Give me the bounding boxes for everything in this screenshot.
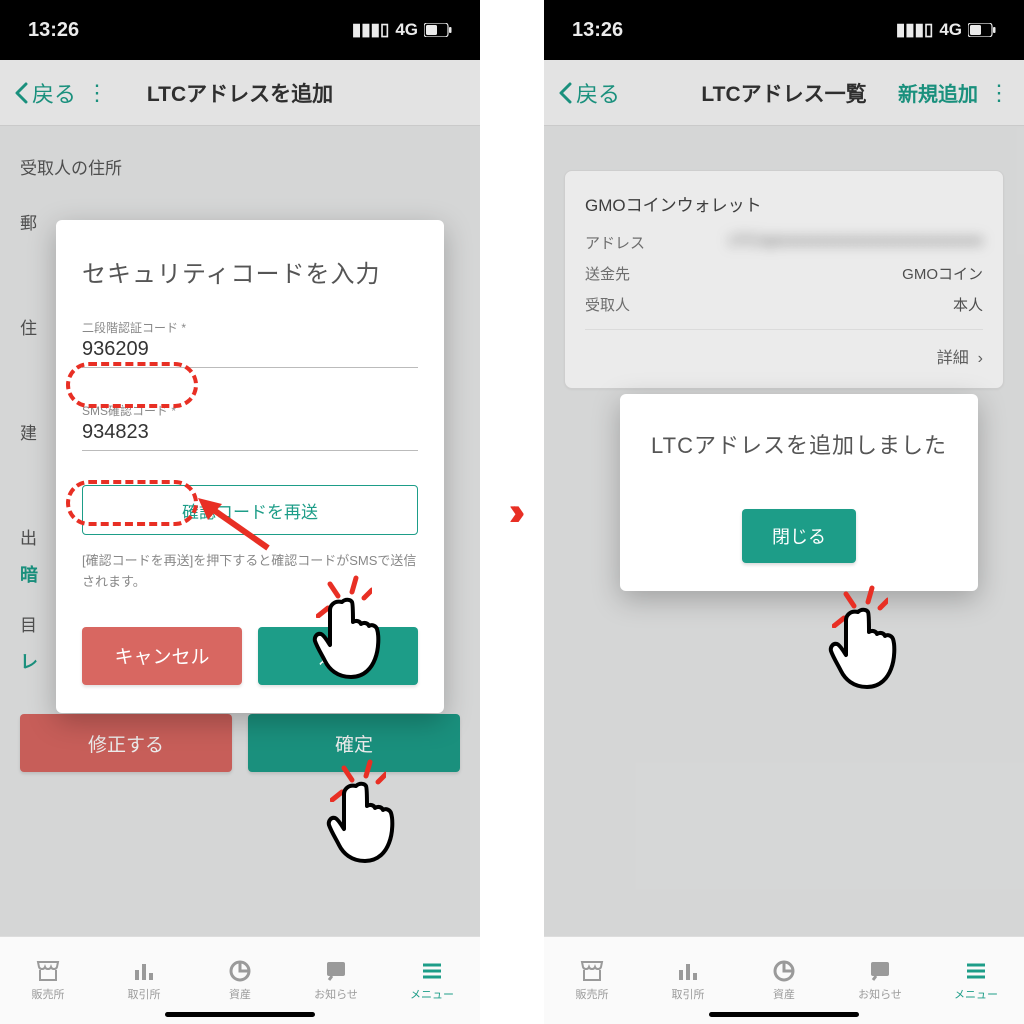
- tab-assets[interactable]: 資産: [192, 937, 288, 1024]
- bars-icon: [676, 960, 700, 982]
- menu-icon: [964, 960, 988, 982]
- tab-exchange[interactable]: 取引所: [96, 937, 192, 1024]
- pointer-hand-icon: [312, 594, 390, 690]
- home-indicator: [165, 1012, 315, 1017]
- sms-input-group[interactable]: SMS確認コード * 934823: [82, 402, 418, 451]
- pointer-hand-icon: [828, 604, 906, 700]
- message-icon: [868, 960, 892, 982]
- success-title: LTCアドレスを追加しました: [646, 428, 952, 463]
- tab-label: 資産: [773, 986, 795, 1002]
- 2fa-label: 二段階認証コード *: [82, 319, 418, 336]
- highlight-sms: [66, 480, 198, 526]
- tabbar: 販売所 取引所 資産 お知らせ メニュー: [0, 936, 480, 1024]
- tab-exchange[interactable]: 取引所: [640, 937, 736, 1024]
- tab-label: メニュー: [954, 986, 998, 1002]
- tab-label: メニュー: [410, 986, 454, 1002]
- tab-label: 販売所: [576, 986, 609, 1002]
- modal-title: セキュリティコードを入力: [82, 254, 418, 289]
- home-indicator: [709, 1012, 859, 1017]
- menu-icon: [420, 960, 444, 982]
- tab-label: お知らせ: [858, 986, 902, 1002]
- sms-value: 934823: [82, 421, 418, 451]
- shop-icon: [36, 960, 60, 982]
- 2fa-input-group[interactable]: 二段階認証コード * 936209: [82, 319, 418, 368]
- bars-icon: [132, 960, 156, 982]
- pie-icon: [228, 960, 252, 982]
- transition-gap: ››: [480, 0, 544, 1024]
- pie-icon: [772, 960, 796, 982]
- success-modal: LTCアドレスを追加しました 閉じる: [620, 394, 978, 591]
- cancel-button[interactable]: キャンセル: [82, 627, 242, 685]
- tab-label: お知らせ: [314, 986, 358, 1002]
- highlight-2fa: [66, 362, 198, 408]
- tab-assets[interactable]: 資産: [736, 937, 832, 1024]
- tabbar: 販売所 取引所 資産 お知らせ メニュー: [544, 936, 1024, 1024]
- shop-icon: [580, 960, 604, 982]
- tab-shop[interactable]: 販売所: [0, 937, 96, 1024]
- tab-label: 資産: [229, 986, 251, 1002]
- pointer-hand-icon: [326, 778, 404, 874]
- phone-left: 13:26 ▮▮▮▯ 4G 戻る LTCアドレスを追加 ⋮ 受取人の住所 郵 住…: [0, 0, 480, 1024]
- tab-shop[interactable]: 販売所: [544, 937, 640, 1024]
- chevrons-right-icon: ››: [509, 490, 516, 535]
- close-button[interactable]: 閉じる: [742, 509, 856, 563]
- tab-menu[interactable]: メニュー: [384, 937, 480, 1024]
- tab-label: 取引所: [672, 986, 705, 1002]
- tab-label: 販売所: [32, 986, 65, 1002]
- tab-news[interactable]: お知らせ: [832, 937, 928, 1024]
- phone-right: 13:26 ▮▮▮▯ 4G 戻る LTCアドレス一覧 新規追加 ⋮ GMOコイン…: [544, 0, 1024, 1024]
- tab-label: 取引所: [128, 986, 161, 1002]
- tab-news[interactable]: お知らせ: [288, 937, 384, 1024]
- tab-menu[interactable]: メニュー: [928, 937, 1024, 1024]
- message-icon: [324, 960, 348, 982]
- arrow-icon: [198, 498, 278, 558]
